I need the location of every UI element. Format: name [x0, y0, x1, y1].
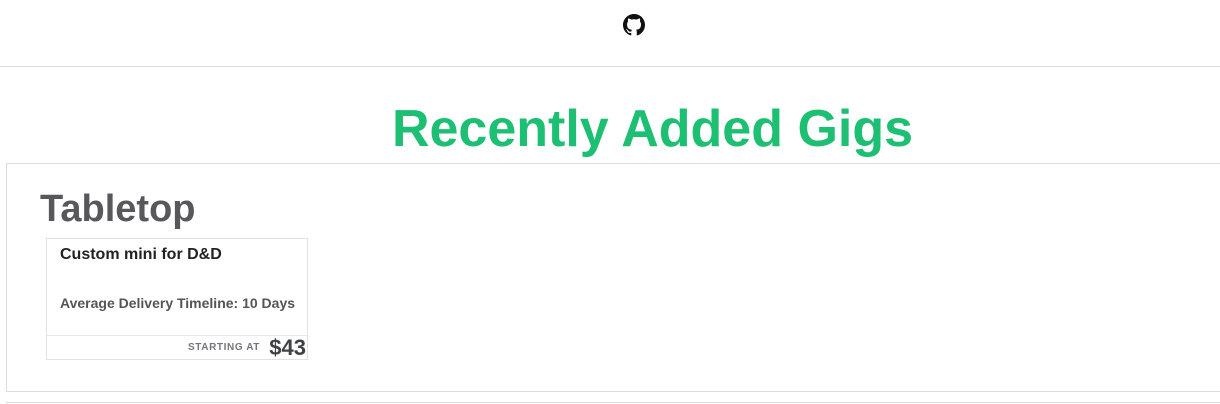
- section-divider: [6, 402, 1220, 403]
- category-title: Tabletop: [40, 188, 196, 230]
- gig-price: $43: [269, 335, 306, 360]
- top-navbar: [0, 0, 1220, 67]
- starting-at-label: STARTING AT: [188, 342, 260, 353]
- gig-delivery-timeline: Average Delivery Timeline: 10 Days: [60, 294, 295, 312]
- delivery-value: 10 Days: [242, 295, 296, 311]
- github-icon: [623, 14, 645, 36]
- gig-title[interactable]: Custom mini for D&D: [60, 245, 222, 265]
- category-section-tabletop: Tabletop Custom mini for D&D Average Del…: [6, 163, 1220, 392]
- page-title: Recently Added Gigs: [391, 100, 914, 158]
- gig-card[interactable]: Custom mini for D&D Average Delivery Tim…: [46, 238, 308, 360]
- github-link[interactable]: [623, 14, 645, 36]
- gig-card-footer: STARTING AT $43: [47, 335, 307, 361]
- delivery-label: Average Delivery Timeline:: [60, 295, 239, 311]
